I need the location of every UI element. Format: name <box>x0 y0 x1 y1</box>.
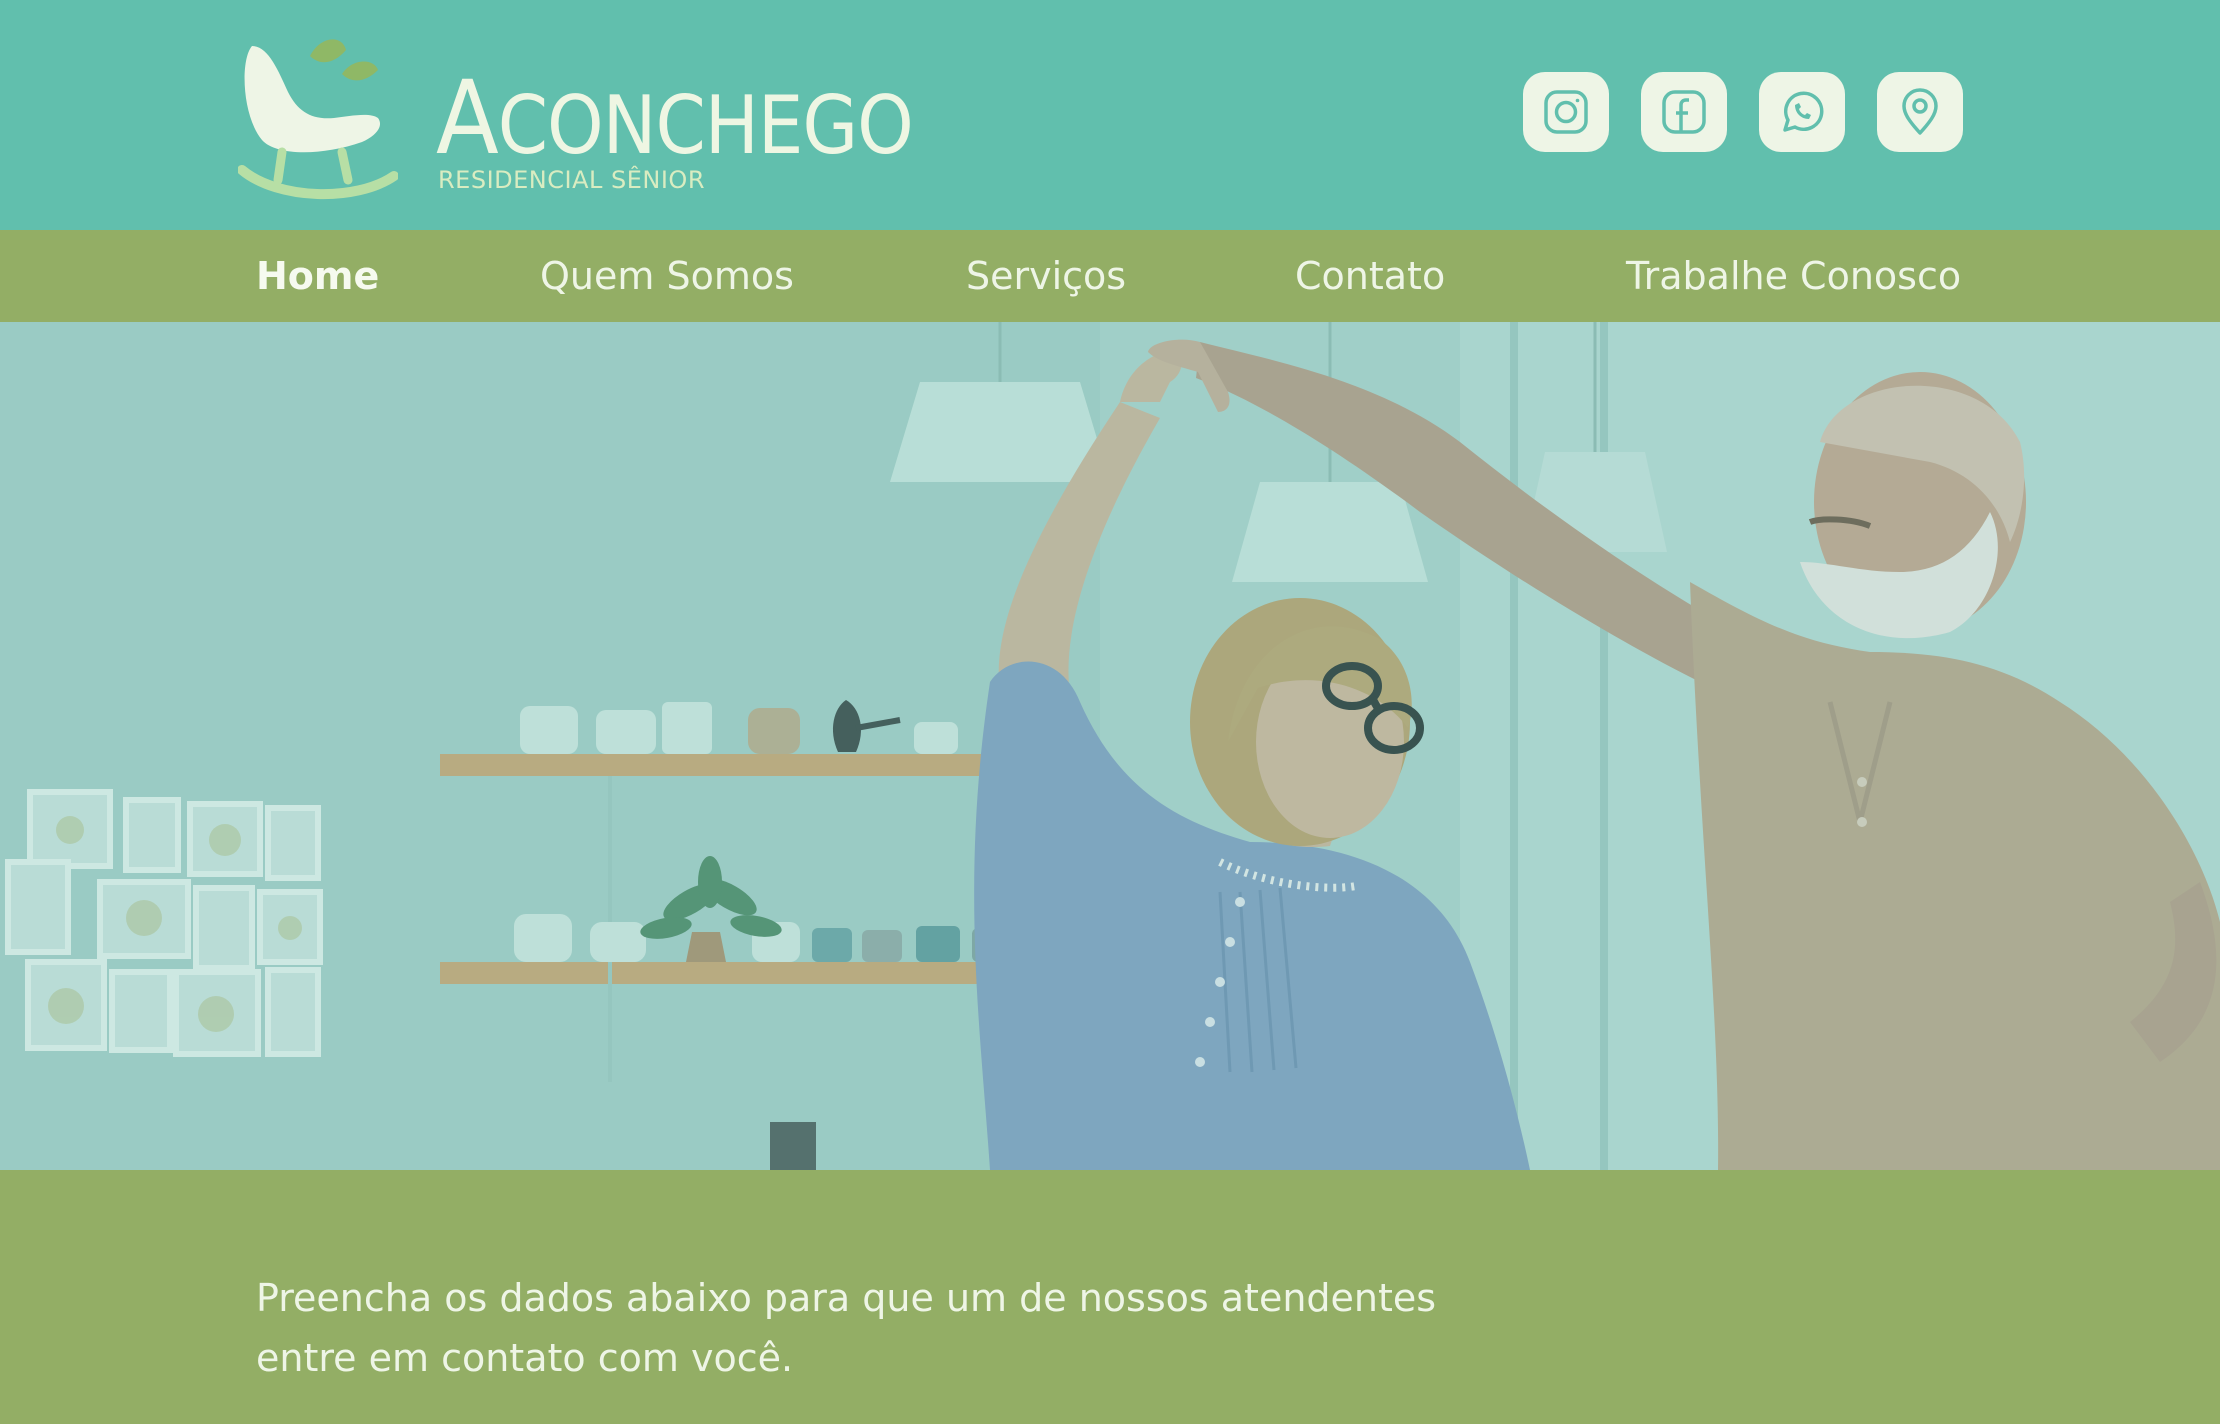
brand-logo[interactable]: ACONCHEGO RESIDENCIAL SÊNIOR <box>238 30 914 200</box>
brand-name: ACONCHEGO <box>436 68 914 177</box>
instagram-button[interactable] <box>1523 72 1609 152</box>
social-links <box>1523 72 1963 152</box>
nav-item-contato[interactable]: Contato <box>1295 230 1445 322</box>
location-button[interactable] <box>1877 72 1963 152</box>
whatsapp-button[interactable] <box>1759 72 1845 152</box>
brand-name-initial: A <box>436 59 499 178</box>
contact-form-intro: Preencha os dados abaixo para que um de … <box>256 1268 1556 1388</box>
brand-name-rest: CONCHEGO <box>497 79 914 172</box>
facebook-icon <box>1662 90 1706 134</box>
hero-image <box>0 322 2220 1170</box>
elderly-couple-dancing-photo <box>0 322 2220 1170</box>
nav-item-home[interactable]: Home <box>256 230 379 322</box>
intro-line-2: entre em contato com você. <box>256 1336 794 1380</box>
nav-item-servicos[interactable]: Serviços <box>966 230 1126 322</box>
brand-subtitle: RESIDENCIAL SÊNIOR <box>438 166 705 194</box>
location-icon <box>1902 88 1938 135</box>
nav-item-quem-somos[interactable]: Quem Somos <box>540 230 794 322</box>
instagram-icon <box>1544 90 1588 134</box>
rocking-chair-logo-icon <box>238 39 398 199</box>
main-nav: Home Quem Somos Serviços Contato Trabalh… <box>0 230 2220 322</box>
intro-line-1: Preencha os dados abaixo para que um de … <box>256 1276 1437 1320</box>
site-header: ACONCHEGO RESIDENCIAL SÊNIOR <box>0 0 2220 230</box>
facebook-button[interactable] <box>1641 72 1727 152</box>
whatsapp-icon <box>1783 91 1824 132</box>
nav-item-trabalhe-conosco[interactable]: Trabalhe Conosco <box>1626 230 1961 322</box>
